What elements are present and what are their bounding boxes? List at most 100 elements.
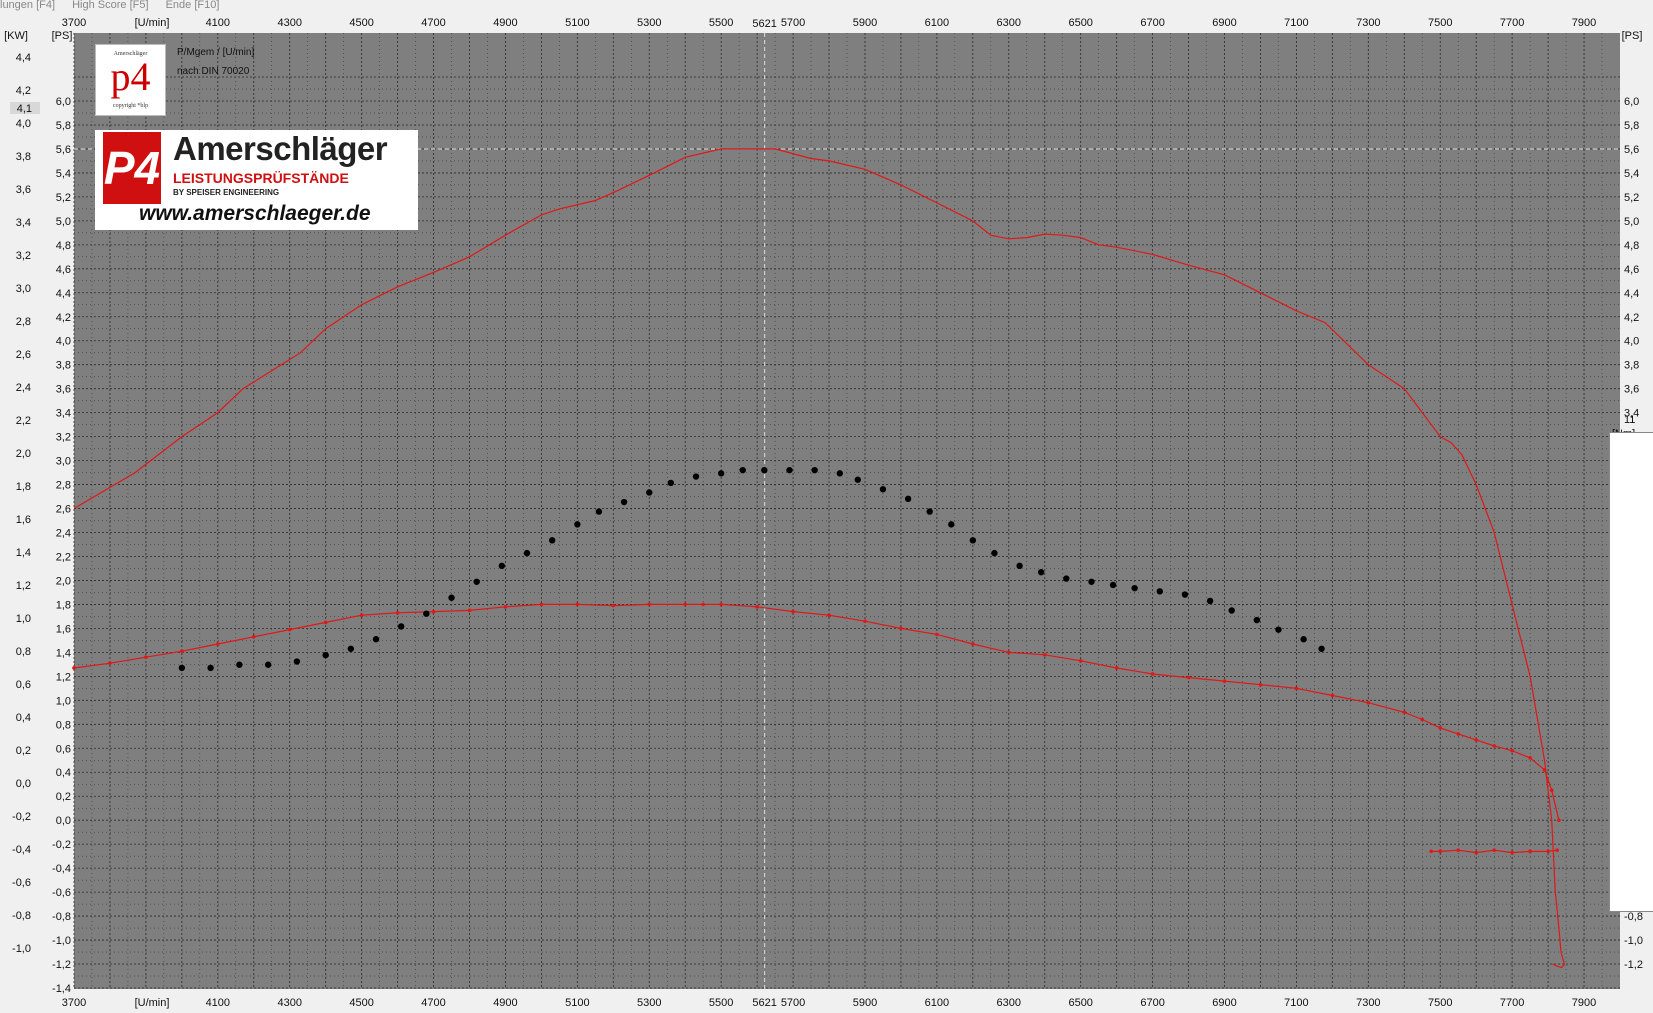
data-point-M bbox=[180, 649, 184, 653]
ps-tick-right: 6,0 bbox=[1624, 96, 1639, 108]
data-point-Nm bbox=[1228, 607, 1235, 614]
ps-tick-left: 5,4 bbox=[56, 168, 71, 180]
x-tick-label-top: 6700 bbox=[1140, 17, 1164, 29]
cursor-label-bottom: 5621 bbox=[752, 997, 776, 1009]
ps-tick-right: -1,2 bbox=[1624, 959, 1643, 971]
ps-axis-label-right: [PS] bbox=[1622, 30, 1643, 42]
data-point-Nm bbox=[236, 661, 243, 668]
p4-small-logo: Amerschläger p4 copyright *blp bbox=[95, 44, 166, 116]
data-point-M bbox=[791, 609, 795, 614]
ps-tick-left: 5,2 bbox=[56, 192, 71, 204]
data-point-M bbox=[863, 619, 867, 624]
data-point-Nm bbox=[523, 549, 531, 557]
kw-tick: 0,8 bbox=[16, 646, 31, 658]
data-point-M bbox=[216, 642, 220, 646]
kw-tick: 2,0 bbox=[16, 448, 31, 460]
banner-brand: Amerschläger bbox=[173, 130, 388, 167]
ps-tick-left: -1,0 bbox=[52, 935, 71, 947]
kw-tick: 1,2 bbox=[16, 580, 31, 592]
data-point-Nm bbox=[969, 537, 977, 544]
ps-tick-left: 0,2 bbox=[56, 791, 71, 803]
amerschlaeger-banner: P4 Amerschläger LEISTUNGSPRÜFSTÄNDE BY S… bbox=[95, 130, 418, 230]
data-point-Nm bbox=[948, 521, 955, 528]
ps-tick-left: 1,4 bbox=[56, 647, 71, 659]
data-point-M bbox=[1258, 682, 1263, 687]
data-point-M bbox=[1150, 672, 1155, 676]
ps-tick-left: 1,8 bbox=[56, 599, 71, 611]
ps-tick-left: 6,0 bbox=[56, 96, 71, 108]
small-logo-mark: p4 bbox=[110, 54, 151, 99]
data-point-Nm bbox=[595, 508, 603, 515]
x-tick-label-bottom: 5300 bbox=[637, 997, 661, 1009]
data-point-Nm bbox=[207, 664, 214, 672]
ps-tick-left: 0,8 bbox=[56, 719, 71, 731]
x-tick-label-top: 6500 bbox=[1068, 17, 1092, 29]
x-tick-label-bottom: 5700 bbox=[781, 997, 805, 1009]
data-point-M_return bbox=[1438, 849, 1443, 854]
data-point-M bbox=[1456, 732, 1461, 736]
ps-tick-left: -0,8 bbox=[52, 911, 71, 923]
banner-mark: P4 bbox=[103, 132, 161, 204]
data-point-M bbox=[1492, 744, 1496, 748]
data-point-M bbox=[1114, 666, 1119, 670]
data-point-M bbox=[503, 605, 508, 609]
ps-tick-left: 2,0 bbox=[56, 575, 71, 587]
kw-marker: 4,1 bbox=[17, 103, 32, 115]
data-point-M bbox=[1510, 748, 1514, 753]
ps-tick-left: -0,2 bbox=[52, 839, 71, 851]
x-tick-label-top: 5100 bbox=[565, 17, 589, 29]
data-point-M bbox=[395, 611, 400, 615]
banner-url: www.amerschlaeger.de bbox=[139, 202, 371, 225]
data-point-Nm bbox=[717, 470, 725, 477]
data-point-Nm bbox=[926, 508, 933, 515]
data-point-Nm bbox=[1181, 591, 1189, 598]
x-tick-label-top: 6900 bbox=[1212, 17, 1236, 29]
kw-tick: 1,6 bbox=[16, 514, 31, 526]
ps-tick-left: 0,6 bbox=[56, 743, 71, 755]
x-tick-label-top: 7500 bbox=[1428, 17, 1452, 29]
ps-tick-right: -1,0 bbox=[1624, 935, 1643, 947]
kw-tick: -0,2 bbox=[12, 811, 31, 823]
ps-tick-left: 2,4 bbox=[56, 528, 71, 540]
x-tick-label-bottom: 3700 bbox=[62, 997, 86, 1009]
ps-tick-left: 4,6 bbox=[56, 264, 71, 276]
data-point-Nm bbox=[473, 578, 480, 585]
data-point-Nm bbox=[264, 661, 272, 668]
kw-axis-label: [KW] bbox=[4, 30, 28, 42]
x-tick-label-bottom: 5500 bbox=[709, 997, 733, 1009]
ps-tick-left: 3,2 bbox=[56, 432, 71, 444]
data-point-M bbox=[719, 602, 723, 607]
data-point-Nm bbox=[811, 466, 818, 474]
data-point-M bbox=[575, 602, 580, 607]
kw-tick: 3,8 bbox=[16, 151, 31, 163]
data-point-M bbox=[467, 608, 472, 613]
x-tick-label-top: 7900 bbox=[1572, 17, 1596, 29]
kw-tick: 3,6 bbox=[16, 184, 31, 196]
ps-tick-left: 3,6 bbox=[56, 384, 71, 396]
data-point-M bbox=[755, 605, 759, 609]
data-point-Nm bbox=[991, 549, 998, 557]
ps-tick-left: 5,8 bbox=[56, 120, 71, 132]
ps-axis-label-left: [PS] bbox=[52, 30, 73, 42]
data-point-Nm bbox=[1318, 645, 1325, 652]
data-point-M bbox=[1006, 650, 1011, 655]
data-point-M_return bbox=[1528, 849, 1532, 854]
data-point-M_return bbox=[1546, 849, 1550, 854]
ps-tick-right: 4,4 bbox=[1624, 288, 1639, 300]
ps-tick-left: 2,2 bbox=[56, 551, 71, 563]
ps-tick-right: 4,8 bbox=[1624, 240, 1639, 252]
ps-tick-right: 3,8 bbox=[1624, 360, 1639, 372]
ps-tick-left: 1,0 bbox=[56, 695, 71, 707]
data-point-M bbox=[611, 603, 616, 608]
ps-tick-left: -0,6 bbox=[52, 887, 71, 899]
x-tick-label-bottom: 7900 bbox=[1572, 997, 1596, 1009]
ps-tick-right: 5,0 bbox=[1624, 216, 1639, 228]
kw-tick: 2,8 bbox=[16, 316, 31, 328]
ps-tick-right: 5,8 bbox=[1624, 120, 1639, 132]
ps-tick-left: 4,8 bbox=[56, 240, 71, 252]
kw-tick: 1,8 bbox=[16, 481, 31, 493]
data-point-Nm bbox=[836, 470, 844, 477]
data-point-M_return bbox=[1474, 850, 1478, 855]
kw-tick: 4,4 bbox=[16, 52, 31, 64]
data-point-M bbox=[701, 602, 705, 607]
